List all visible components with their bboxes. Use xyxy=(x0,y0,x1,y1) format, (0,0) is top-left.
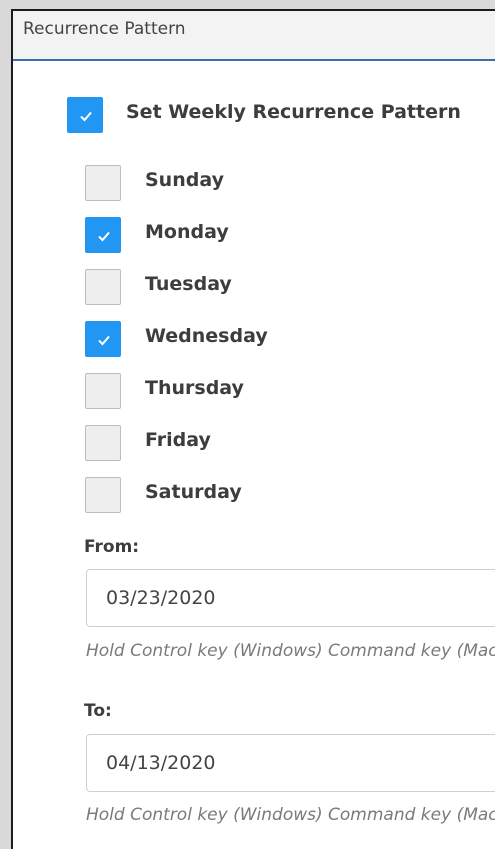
checkmark-icon xyxy=(98,231,110,242)
from-hint: Hold Control key (Windows) Command key (… xyxy=(86,641,495,661)
monday-label: Monday xyxy=(145,221,229,243)
saturday-checkbox[interactable] xyxy=(85,477,121,513)
tuesday-checkbox[interactable] xyxy=(85,269,121,305)
thursday-checkbox[interactable] xyxy=(85,373,121,409)
from-label: From: xyxy=(84,537,140,557)
monday-checkbox[interactable] xyxy=(85,217,121,253)
friday-label: Friday xyxy=(145,429,211,451)
thursday-label: Thursday xyxy=(145,377,244,399)
to-label: To: xyxy=(84,701,112,721)
friday-checkbox[interactable] xyxy=(85,425,121,461)
weekly-recurrence-checkbox[interactable] xyxy=(67,97,103,133)
tuesday-label: Tuesday xyxy=(145,273,232,295)
wednesday-label: Wednesday xyxy=(145,325,268,347)
panel-header: Recurrence Pattern xyxy=(13,11,495,61)
panel-title: Recurrence Pattern xyxy=(23,19,186,39)
recurrence-pattern-panel: Recurrence Pattern Set Weekly Recurrence… xyxy=(11,9,495,849)
wednesday-checkbox[interactable] xyxy=(85,321,121,357)
checkmark-icon xyxy=(80,111,92,122)
sunday-checkbox[interactable] xyxy=(85,165,121,201)
saturday-label: Saturday xyxy=(145,481,242,503)
to-date-input[interactable] xyxy=(86,734,495,792)
from-date-input[interactable] xyxy=(86,569,495,627)
to-hint: Hold Control key (Windows) Command key (… xyxy=(86,805,495,825)
sunday-label: Sunday xyxy=(145,169,224,191)
checkmark-icon xyxy=(98,335,110,346)
weekly-recurrence-label: Set Weekly Recurrence Pattern xyxy=(126,101,461,123)
